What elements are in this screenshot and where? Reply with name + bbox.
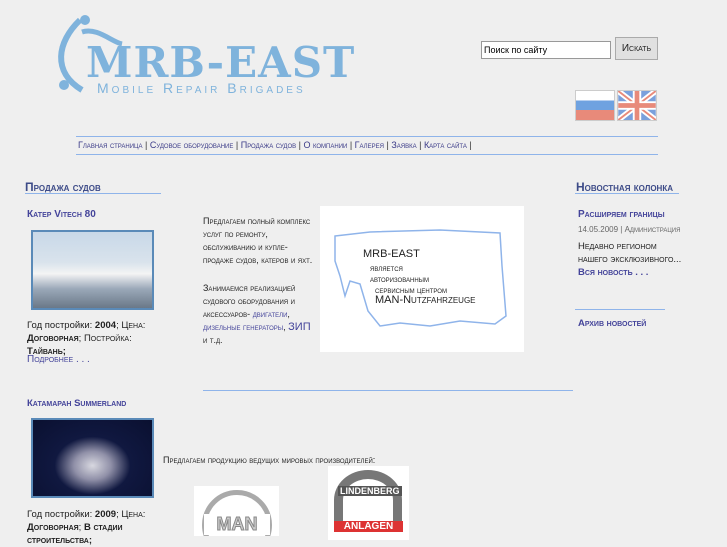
news-title-link[interactable]: Расширяем границы [578, 209, 665, 220]
banner-line: авторизованным [370, 274, 429, 284]
producers-text: Предлагаем продукцию ведущих мировых про… [163, 455, 376, 465]
news-archive-link[interactable]: Архив новостей [578, 318, 646, 329]
news-more-link[interactable]: Вся новость . . . [578, 267, 648, 278]
nav-divider [76, 154, 658, 155]
divider [575, 309, 665, 310]
search-button[interactable]: Искать [615, 37, 658, 60]
russian-flag-icon[interactable] [575, 90, 615, 121]
nav-request[interactable]: Заявка [391, 140, 416, 150]
boat-photo[interactable] [31, 418, 154, 498]
divider [203, 390, 573, 391]
nav-gallery[interactable]: Галерея [355, 140, 384, 150]
service-banner[interactable]: MRB-EAST является авторизованным сервисн… [320, 206, 524, 352]
nav-sales[interactable]: Продажа судов [241, 140, 296, 150]
boat-info: Год постройки: 2004; Цена: Договорная; П… [27, 320, 146, 357]
nav-home[interactable]: Главная страница [78, 140, 142, 150]
boat-title-link[interactable]: Катер Vitech 80 [27, 209, 96, 220]
engines-link[interactable]: двигатели [253, 309, 288, 319]
generators-link[interactable]: дизельные генераторы [203, 322, 283, 332]
news-heading: Новостная колонка [576, 180, 673, 194]
nav-about[interactable]: О компании [303, 140, 347, 150]
banner-line: MAN-Nutzfahrzeuge [375, 294, 476, 306]
boat-more-link[interactable]: Подробнее . . . [27, 354, 90, 365]
news-excerpt: Недавно регионом нашего эксклюзивного... [578, 241, 682, 265]
boat-photo[interactable] [31, 230, 154, 310]
intro-text: Предлагаем полный комплекс услуг по ремо… [203, 216, 313, 265]
search-input[interactable] [481, 41, 611, 59]
nav-divider [76, 136, 658, 137]
spare-parts-link[interactable]: ЗИП [288, 321, 310, 333]
banner-line: является [370, 263, 403, 273]
divider [25, 193, 161, 194]
nav-equipment[interactable]: Судовое оборудование [150, 140, 234, 150]
banner-line: MRB-EAST [363, 248, 420, 260]
boat-info: Год постройки: 2009; Цена: Договорная; В… [27, 509, 146, 546]
english-flag-icon[interactable] [617, 90, 657, 121]
nav-sitemap[interactable]: Карта сайта [424, 140, 467, 150]
logo-subtitle: Mobile Repair Brigades [97, 80, 306, 96]
divider [575, 193, 679, 194]
man-logo[interactable]: MAN [194, 486, 279, 536]
boat-title-link[interactable]: Катамаран Summerland [27, 398, 126, 409]
main-nav: Главная страница | Судовое оборудование … [78, 140, 472, 150]
lindenberg-logo[interactable]: LINDENBERG ANLAGEN [328, 466, 409, 540]
sales-heading: Продажа судов [25, 180, 101, 194]
news-meta: 14.05.2009 | Администрация [578, 225, 681, 234]
equipment-text: Занимаемся реализацией судового оборудов… [203, 283, 311, 345]
